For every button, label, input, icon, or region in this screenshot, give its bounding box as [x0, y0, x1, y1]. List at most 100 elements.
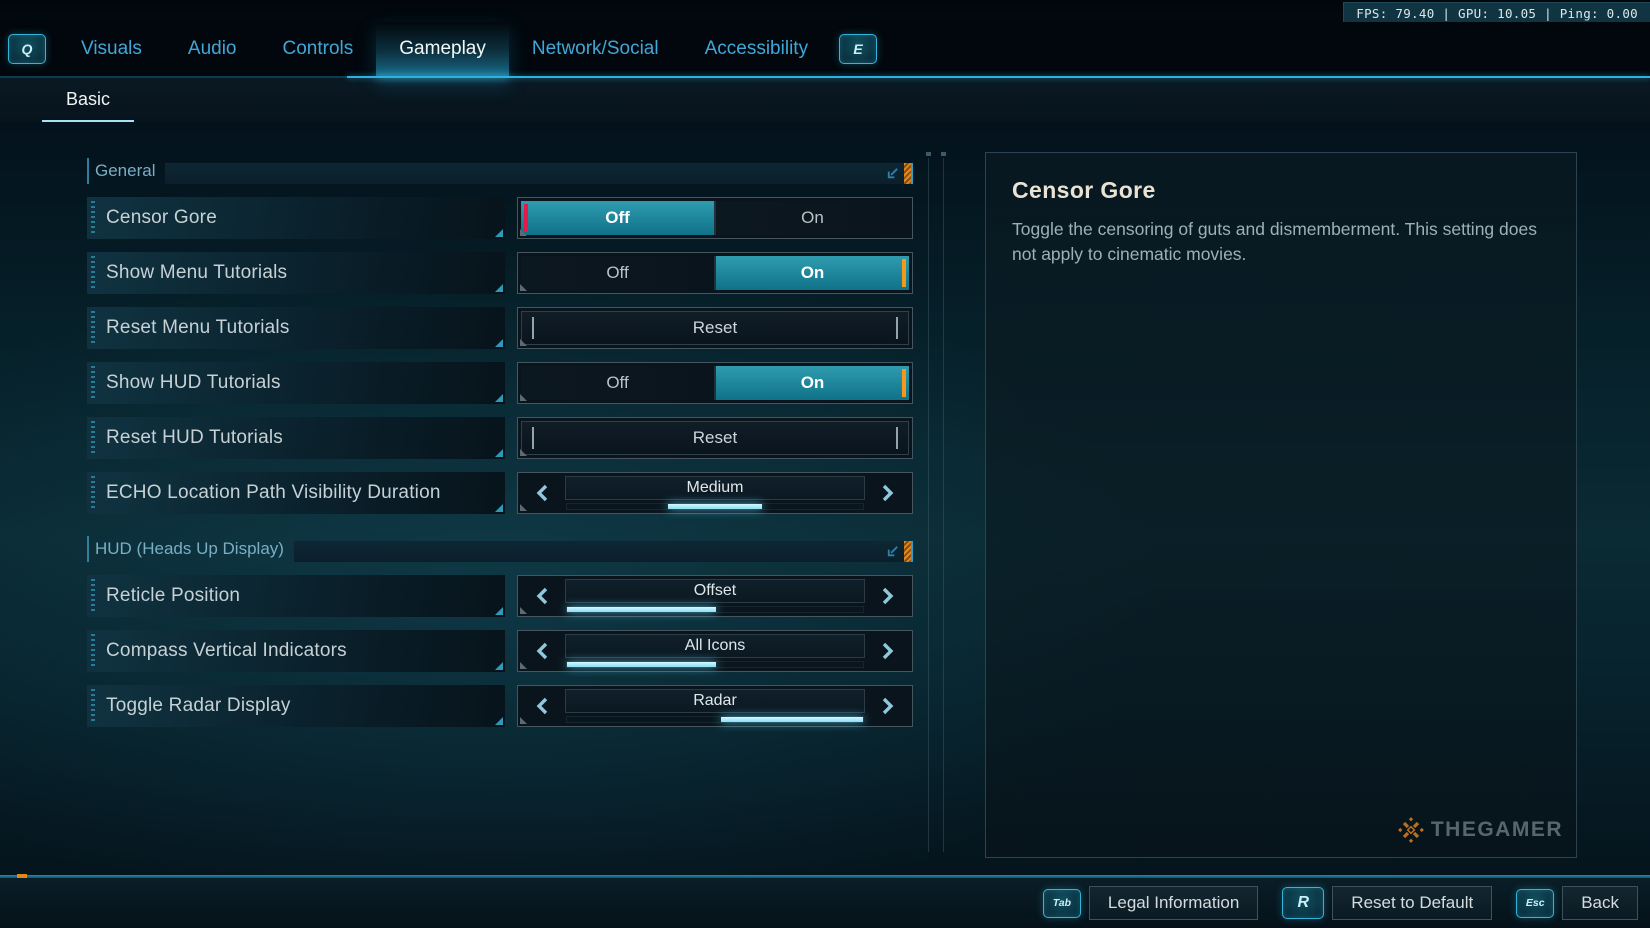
- main-tab-bar: Q Visuals Audio Controls Gameplay Networ…: [0, 22, 1650, 76]
- selector-segment: [567, 662, 716, 667]
- toggle-control: Off On: [517, 362, 913, 404]
- chevron-left-icon[interactable]: [521, 579, 565, 613]
- selector-value: All Icons: [565, 634, 865, 658]
- tab-visuals[interactable]: Visuals: [58, 22, 165, 76]
- selector-segment: [668, 504, 763, 509]
- toggle-control: Off On: [517, 252, 913, 294]
- toggle-option-on[interactable]: On: [714, 201, 909, 235]
- tab-accessibility[interactable]: Accessibility: [682, 22, 831, 76]
- chevron-left-icon[interactable]: [521, 689, 565, 723]
- footer-bar: Tab Legal Information R Reset to Default…: [0, 878, 1650, 928]
- setting-label[interactable]: Show HUD Tutorials: [87, 362, 505, 404]
- tab-network-social[interactable]: Network/Social: [509, 22, 682, 76]
- setting-label[interactable]: Compass Vertical Indicators: [87, 630, 505, 672]
- setting-row-show-hud-tutorials: Show HUD Tutorials Off On: [87, 362, 913, 404]
- section-edge-line: [87, 158, 89, 184]
- section-title: General: [87, 161, 165, 184]
- reset-to-default-group: R Reset to Default: [1282, 886, 1492, 920]
- back-button[interactable]: Back: [1562, 886, 1638, 920]
- selector-segment: [721, 717, 863, 722]
- selector-segment: [567, 607, 716, 612]
- setting-label[interactable]: Toggle Radar Display: [87, 685, 505, 727]
- selector-track: [566, 503, 864, 510]
- toggle-option-on[interactable]: On: [714, 256, 909, 290]
- chevron-right-icon[interactable]: [865, 634, 909, 668]
- setting-label[interactable]: Show Menu Tutorials: [87, 252, 505, 294]
- fps-gpu-ping-readout: FPS: 79.40 | GPU: 10.05 | Ping: 0.00: [1356, 6, 1638, 21]
- collapse-arrow-icon[interactable]: [885, 166, 900, 181]
- setting-label[interactable]: Censor Gore: [87, 197, 505, 239]
- chevron-right-icon[interactable]: [865, 689, 909, 723]
- game-settings-screen: FPS: 79.40 | GPU: 10.05 | Ping: 0.00 Q V…: [0, 0, 1650, 928]
- setting-label[interactable]: Reset Menu Tutorials: [87, 307, 505, 349]
- legal-information-button[interactable]: Legal Information: [1089, 886, 1258, 920]
- setting-label[interactable]: ECHO Location Path Visibility Duration: [87, 472, 505, 514]
- selector-control: Radar: [517, 685, 913, 727]
- setting-row-reticle-position: Reticle Position Offset: [87, 575, 913, 617]
- setting-row-reset-hud-tutorials: Reset HUD Tutorials Reset: [87, 417, 913, 459]
- selector-value: Medium: [565, 476, 865, 500]
- section-header-general: General: [87, 158, 913, 184]
- subtab-basic[interactable]: Basic: [42, 78, 134, 122]
- selector-track: [566, 716, 864, 723]
- legal-information-group: Tab Legal Information: [1043, 886, 1258, 920]
- settings-list: General Censor Gore Off On Show Menu Tut…: [87, 158, 913, 740]
- selector-control: Offset: [517, 575, 913, 617]
- prev-tab-key-hint: Q: [0, 22, 58, 76]
- selector-value: Radar: [565, 689, 865, 713]
- tab-controls[interactable]: Controls: [260, 22, 377, 76]
- next-tab-key-hint: E: [831, 22, 889, 76]
- selector-control: All Icons: [517, 630, 913, 672]
- q-key-icon: Q: [8, 34, 46, 64]
- setting-label-text: Show Menu Tutorials: [87, 262, 287, 284]
- detail-title: Censor Gore: [1012, 177, 1550, 204]
- selector-track: [566, 661, 864, 668]
- toggle-option-off[interactable]: Off: [521, 366, 714, 400]
- hatch-stripe: [904, 163, 913, 184]
- section-bar: [294, 541, 913, 562]
- thegamer-logo-icon: [1397, 816, 1425, 844]
- section-edge-line: [87, 536, 89, 562]
- tab-gameplay[interactable]: Gameplay: [376, 22, 509, 76]
- scrollbar-rail[interactable]: [943, 158, 944, 852]
- setting-row-toggle-radar-display: Toggle Radar Display Radar: [87, 685, 913, 727]
- chevron-right-icon[interactable]: [865, 579, 909, 613]
- setting-label[interactable]: Reset HUD Tutorials: [87, 417, 505, 459]
- e-key-icon: E: [839, 34, 877, 64]
- setting-row-show-menu-tutorials: Show Menu Tutorials Off On: [87, 252, 913, 294]
- setting-label[interactable]: Reticle Position: [87, 575, 505, 617]
- section-header-hud: HUD (Heads Up Display): [87, 536, 913, 562]
- setting-row-reset-menu-tutorials: Reset Menu Tutorials Reset: [87, 307, 913, 349]
- tab-audio[interactable]: Audio: [165, 22, 260, 76]
- setting-label-text: Toggle Radar Display: [87, 695, 291, 717]
- setting-label-text: Reset HUD Tutorials: [87, 427, 283, 449]
- setting-row-compass-vertical-indicators: Compass Vertical Indicators All Icons: [87, 630, 913, 672]
- reset-button[interactable]: Reset: [521, 311, 909, 345]
- sub-tab-bar: Basic: [0, 78, 1650, 122]
- esc-key-icon: Esc: [1516, 889, 1554, 918]
- chevron-left-icon[interactable]: [521, 634, 565, 668]
- toggle-option-off[interactable]: Off: [521, 256, 714, 290]
- toggle-option-on[interactable]: On: [714, 366, 909, 400]
- section-title: HUD (Heads Up Display): [87, 539, 294, 562]
- collapse-arrow-icon[interactable]: [885, 544, 900, 559]
- scrollbar-rail[interactable]: [928, 158, 929, 852]
- chevron-left-icon[interactable]: [521, 476, 565, 510]
- chevron-right-icon[interactable]: [865, 476, 909, 510]
- r-key-icon: R: [1282, 887, 1324, 919]
- selector-control: Medium: [517, 472, 913, 514]
- setting-label-text: Reset Menu Tutorials: [87, 317, 290, 339]
- reset-button[interactable]: Reset: [521, 421, 909, 455]
- nav-underline: [347, 76, 1650, 78]
- hatch-stripe: [904, 541, 913, 562]
- tab-key-icon: Tab: [1043, 889, 1081, 918]
- toggle-option-off[interactable]: Off: [521, 201, 714, 235]
- detail-panel: Censor Gore Toggle the censoring of guts…: [985, 152, 1577, 858]
- detail-description: Toggle the censoring of guts and dismemb…: [1012, 217, 1540, 267]
- toggle-control: Off On: [517, 197, 913, 239]
- reset-to-default-button[interactable]: Reset to Default: [1332, 886, 1492, 920]
- button-control: Reset: [517, 307, 913, 349]
- selector-track: [566, 606, 864, 613]
- setting-label-text: Show HUD Tutorials: [87, 372, 281, 394]
- setting-label-text: Censor Gore: [87, 207, 217, 229]
